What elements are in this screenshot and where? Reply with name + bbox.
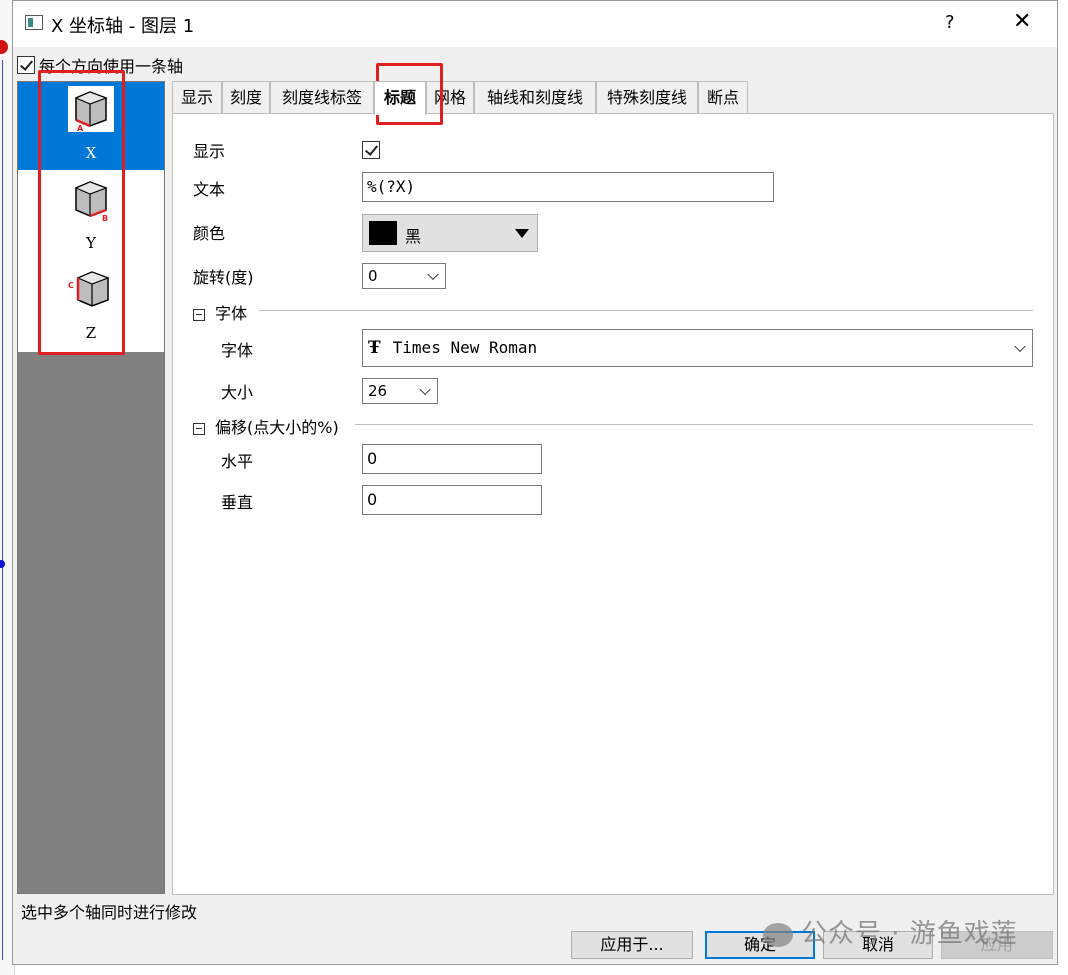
help-button[interactable]: ? [945,12,955,33]
axis-dialog: X 坐标轴 - 图层 1 ? ✕ 每个方向使用一条轴 A X B Y C Z 显… [12,0,1058,965]
vertical-input[interactable]: 0 [362,485,542,515]
rotate-select[interactable]: 0 [362,263,446,289]
watermark: 公众号 · 游鱼戏莲 [763,913,1018,950]
dropdown-arrow-icon [515,229,529,238]
tab-title[interactable]: 标题 [374,81,426,115]
size-label: 大小 [221,383,254,402]
chevron-down-icon [427,268,439,281]
checkbox-checked-icon[interactable] [17,56,35,74]
tab-special-ticks[interactable]: 特殊刻度线 [596,81,698,113]
watermark-text: 公众号 · 游鱼戏莲 [801,919,1018,949]
status-text: 选中多个轴同时进行修改 [21,903,198,922]
collapse-icon[interactable] [193,308,205,321]
horizontal-input[interactable]: 0 [362,444,542,474]
color-name: 黑 [405,227,422,246]
text-input[interactable]: %(?X) [362,172,774,202]
font-value: Times New Roman [392,338,538,357]
color-dropdown[interactable]: 黑 [362,214,538,252]
font-section-title: 字体 [215,304,248,323]
color-swatch [369,221,397,245]
collapse-icon[interactable] [193,422,205,435]
close-button[interactable]: ✕ [1013,9,1031,34]
text-label: 文本 [193,180,226,199]
size-select[interactable]: 26 [362,378,438,404]
tab-scale[interactable]: 刻度 [222,81,270,113]
color-label: 颜色 [193,224,226,243]
window-icon [25,15,43,30]
rotate-value: 0 [368,267,378,285]
vertical-label: 垂直 [221,493,254,512]
tab-axis-line-ticks[interactable]: 轴线和刻度线 [474,81,596,113]
horizontal-label: 水平 [221,452,254,471]
truetype-font-icon: Ŧ [368,338,381,358]
apply-to-button[interactable]: 应用于... [571,931,693,959]
rotate-label: 旋转(度) [193,268,254,287]
tab-tick-labels[interactable]: 刻度线标签 [270,81,374,113]
axis-list-highlight [38,70,125,355]
chevron-down-icon [419,383,431,396]
title-bar: X 坐标轴 - 图层 1 ? ✕ [13,1,1057,47]
font-section-header[interactable]: 字体 [193,300,247,324]
font-select[interactable]: Ŧ Times New Roman [362,329,1033,367]
font-label: 字体 [221,341,254,360]
title-tab-panel: 显示 文本 %(?X) 颜色 黑 旋转(度) 0 字体 字体 Ŧ Times Ne… [172,113,1054,895]
tab-display[interactable]: 显示 [172,81,222,113]
tab-breaks[interactable]: 断点 [698,81,748,113]
offset-section-title: 偏移(点大小的%) [215,418,339,437]
show-checkbox[interactable] [362,141,380,159]
offset-section-header[interactable]: 偏移(点大小的%) [193,414,339,438]
show-label: 显示 [193,142,226,161]
chevron-down-icon [1014,340,1026,353]
wechat-logo-icon [763,922,793,947]
window-title: X 坐标轴 - 图层 1 [51,16,195,37]
size-value: 26 [368,382,388,400]
